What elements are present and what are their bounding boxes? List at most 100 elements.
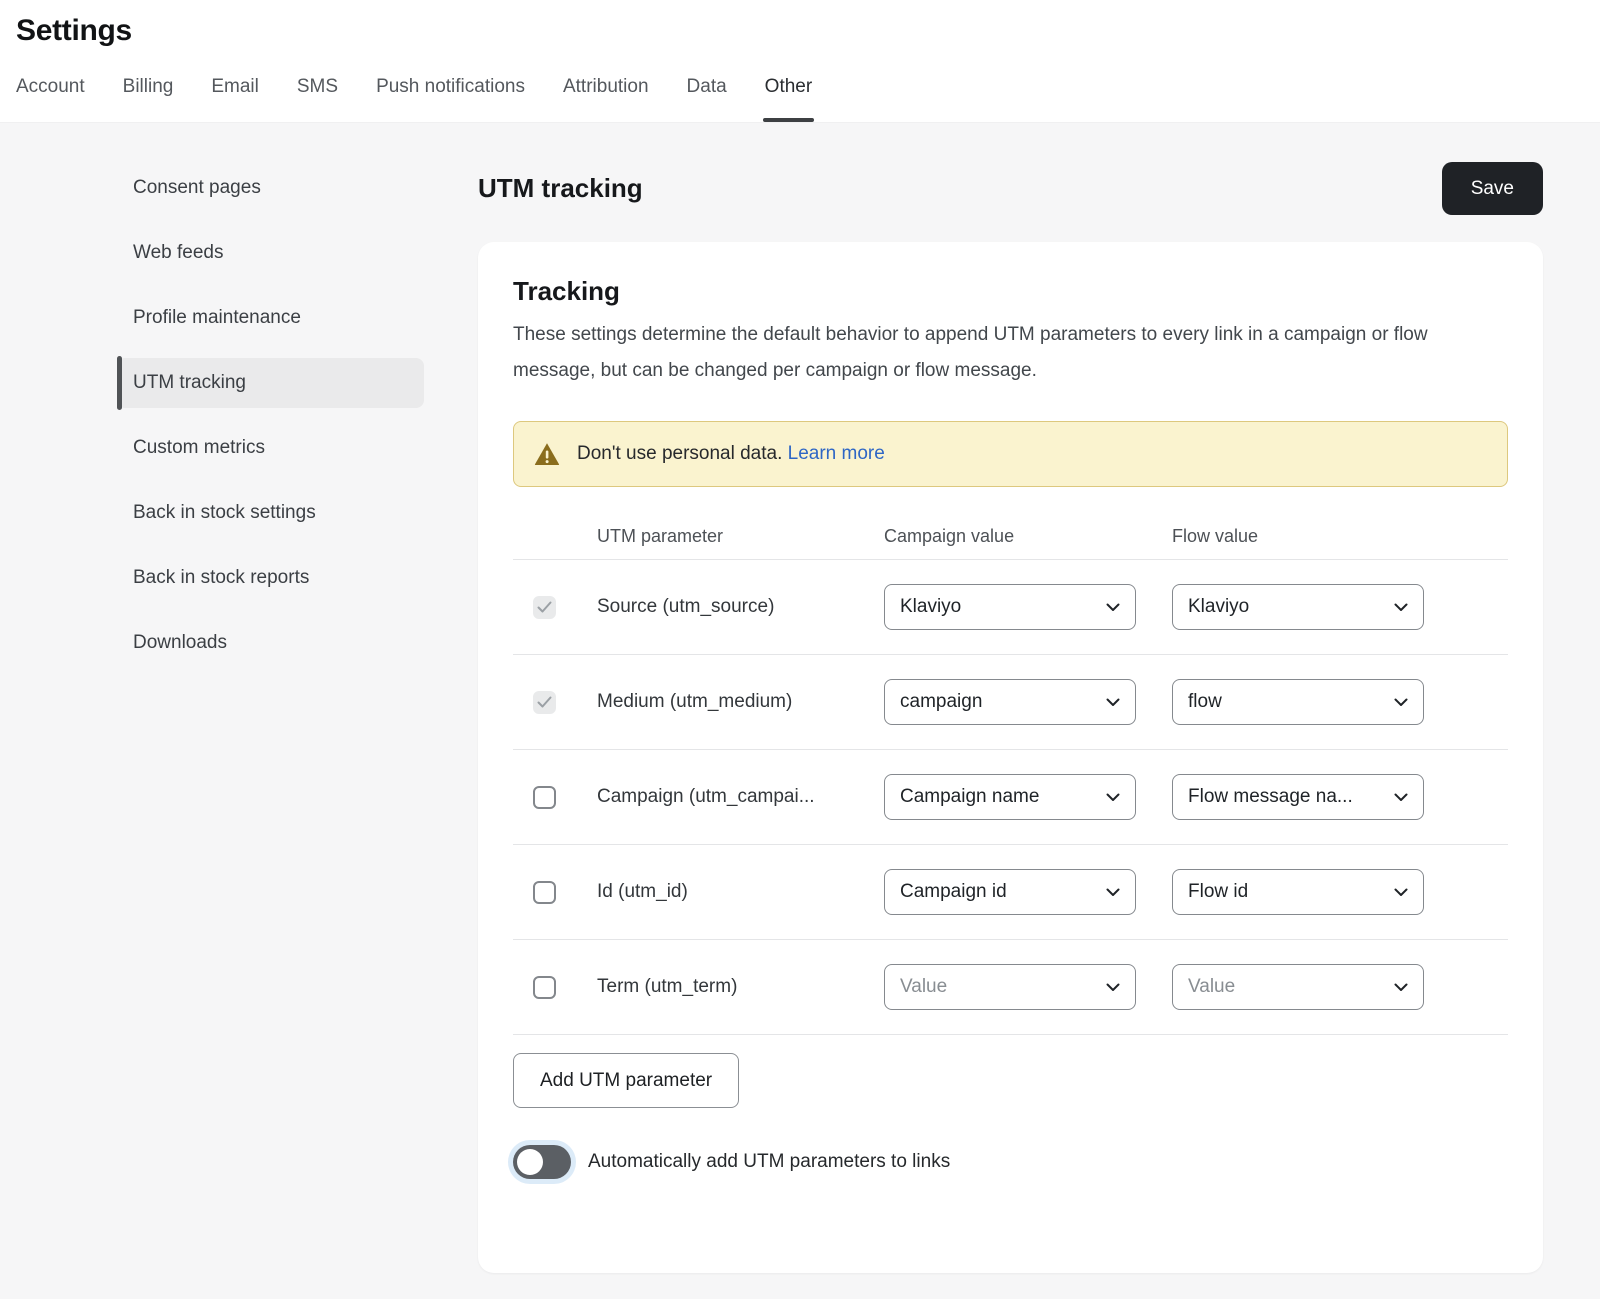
tab-label: Account: [16, 76, 85, 97]
tab[interactable]: Data: [687, 76, 727, 122]
table-bottom-divider: [513, 1034, 1508, 1035]
table-row: Id (utm_id) Campaign id: [513, 844, 1508, 939]
campaign-value-cell: Value: [884, 964, 1172, 1010]
save-button[interactable]: Save: [1442, 162, 1543, 215]
utm-parameter-label: Id (utm_id): [597, 881, 852, 903]
add-utm-parameter-button[interactable]: Add UTM parameter: [513, 1053, 739, 1108]
main-header: UTM tracking Save: [478, 162, 1543, 215]
sidebar-item[interactable]: Back in stock reports: [117, 553, 424, 603]
tracking-card: Tracking These settings determine the de…: [478, 242, 1543, 1273]
tab[interactable]: Billing: [123, 76, 174, 122]
tab-label: Email: [211, 76, 259, 97]
sidebar-item[interactable]: Web feeds: [117, 228, 424, 278]
tab-label: SMS: [297, 76, 338, 97]
auto-utm-toggle-row: Automatically add UTM parameters to link…: [513, 1145, 1508, 1179]
table-row: Campaign (utm_campai... Campaign name: [513, 749, 1508, 844]
tab[interactable]: Account: [16, 76, 85, 122]
table-body: Source (utm_source) Klaviyo: [513, 559, 1508, 1034]
flow-value-select[interactable]: Value: [1172, 964, 1424, 1010]
chevron-down-icon: [1392, 788, 1410, 806]
row-checkbox[interactable]: [533, 881, 556, 904]
tab[interactable]: Push notifications: [376, 76, 525, 122]
warning-text: Don't use personal data. Learn more: [577, 443, 885, 465]
section-title: UTM tracking: [478, 173, 643, 204]
content-area: Consent pages Web feeds Profile maintena…: [0, 122, 1600, 1299]
chevron-down-icon: [1392, 978, 1410, 996]
flow-value-select[interactable]: flow: [1172, 679, 1424, 725]
row-checkbox[interactable]: [533, 691, 556, 714]
chevron-down-icon: [1104, 693, 1122, 711]
table-row: Term (utm_term) Value: [513, 939, 1508, 1034]
chevron-down-icon: [1104, 788, 1122, 806]
sidebar-item[interactable]: Back in stock settings: [117, 488, 424, 538]
sidebar-item-label: Downloads: [133, 632, 227, 654]
campaign-value-cell: campaign: [884, 679, 1172, 725]
warning-banner: Don't use personal data. Learn more: [513, 421, 1508, 487]
tab-bar: Account Billing Email SMS Push notificat…: [16, 76, 1600, 122]
check-icon: [537, 696, 552, 714]
auto-utm-toggle-label: Automatically add UTM parameters to link…: [588, 1151, 950, 1173]
chevron-down-icon: [1104, 598, 1122, 616]
chevron-down-icon: [1392, 693, 1410, 711]
tab[interactable]: SMS: [297, 76, 338, 122]
flow-value-cell: Klaviyo: [1172, 584, 1508, 630]
campaign-value-cell: Klaviyo: [884, 584, 1172, 630]
campaign-value-select[interactable]: Campaign name: [884, 774, 1136, 820]
utm-parameter-label: Term (utm_term): [597, 976, 852, 998]
campaign-value-cell: Campaign id: [884, 869, 1172, 915]
campaign-value-select[interactable]: Value: [884, 964, 1136, 1010]
flow-value-select[interactable]: Klaviyo: [1172, 584, 1424, 630]
chevron-down-icon: [1104, 883, 1122, 901]
card-description: These settings determine the default beh…: [513, 317, 1508, 389]
sidebar-item-label: Back in stock settings: [133, 502, 316, 524]
chevron-down-icon: [1392, 883, 1410, 901]
checkbox-cell: [513, 691, 597, 714]
checkbox-cell: [513, 786, 597, 809]
sidebar-item-label: Web feeds: [133, 242, 223, 264]
flow-value-cell: Flow id: [1172, 869, 1508, 915]
tab-label: Other: [765, 76, 813, 97]
utm-table: UTM parameter Campaign value Flow value: [513, 513, 1508, 1035]
sidebar-item-label: UTM tracking: [133, 372, 246, 394]
campaign-value-select[interactable]: Campaign id: [884, 869, 1136, 915]
tab-label: Attribution: [563, 76, 649, 97]
sidebar-item-label: Custom metrics: [133, 437, 265, 459]
campaign-value-select[interactable]: Klaviyo: [884, 584, 1136, 630]
chevron-down-icon: [1104, 978, 1122, 996]
table-row: Medium (utm_medium) campaign: [513, 654, 1508, 749]
campaign-value-select[interactable]: campaign: [884, 679, 1136, 725]
flow-value-cell: flow: [1172, 679, 1508, 725]
tab[interactable]: Other: [765, 76, 813, 122]
top-header: Settings Account Billing Email SMS Push …: [0, 0, 1600, 122]
row-checkbox[interactable]: [533, 596, 556, 619]
check-icon: [537, 601, 552, 619]
tab[interactable]: Attribution: [563, 76, 649, 122]
sidebar-item[interactable]: Profile maintenance: [117, 293, 424, 343]
checkbox-cell: [513, 976, 597, 999]
sidebar-item[interactable]: Downloads: [117, 618, 424, 668]
main-panel: UTM tracking Save Tracking These setting…: [478, 123, 1600, 1299]
row-checkbox[interactable]: [533, 976, 556, 999]
sidebar-item[interactable]: Consent pages: [117, 163, 424, 213]
table-row: Source (utm_source) Klaviyo: [513, 559, 1508, 654]
learn-more-link[interactable]: Learn more: [788, 443, 885, 464]
tab-label: Push notifications: [376, 76, 525, 97]
auto-utm-toggle[interactable]: [513, 1145, 571, 1179]
table-header-row: UTM parameter Campaign value Flow value: [513, 513, 1508, 559]
card-heading: Tracking: [513, 276, 1508, 307]
toggle-knob: [517, 1149, 543, 1175]
header-campaign-value: Campaign value: [884, 526, 1172, 547]
row-checkbox[interactable]: [533, 786, 556, 809]
flow-value-select[interactable]: Flow message na...: [1172, 774, 1424, 820]
header-utm-parameter: UTM parameter: [597, 526, 884, 547]
utm-parameter-label: Source (utm_source): [597, 596, 852, 618]
page-title: Settings: [16, 14, 1600, 48]
sidebar-item[interactable]: Custom metrics: [117, 423, 424, 473]
tab[interactable]: Email: [211, 76, 259, 122]
sidebar-item[interactable]: UTM tracking: [117, 358, 424, 408]
header-flow-value: Flow value: [1172, 526, 1508, 547]
campaign-value-cell: Campaign name: [884, 774, 1172, 820]
flow-value-select[interactable]: Flow id: [1172, 869, 1424, 915]
sidebar-item-label: Back in stock reports: [133, 567, 309, 589]
warning-icon: [534, 442, 560, 466]
